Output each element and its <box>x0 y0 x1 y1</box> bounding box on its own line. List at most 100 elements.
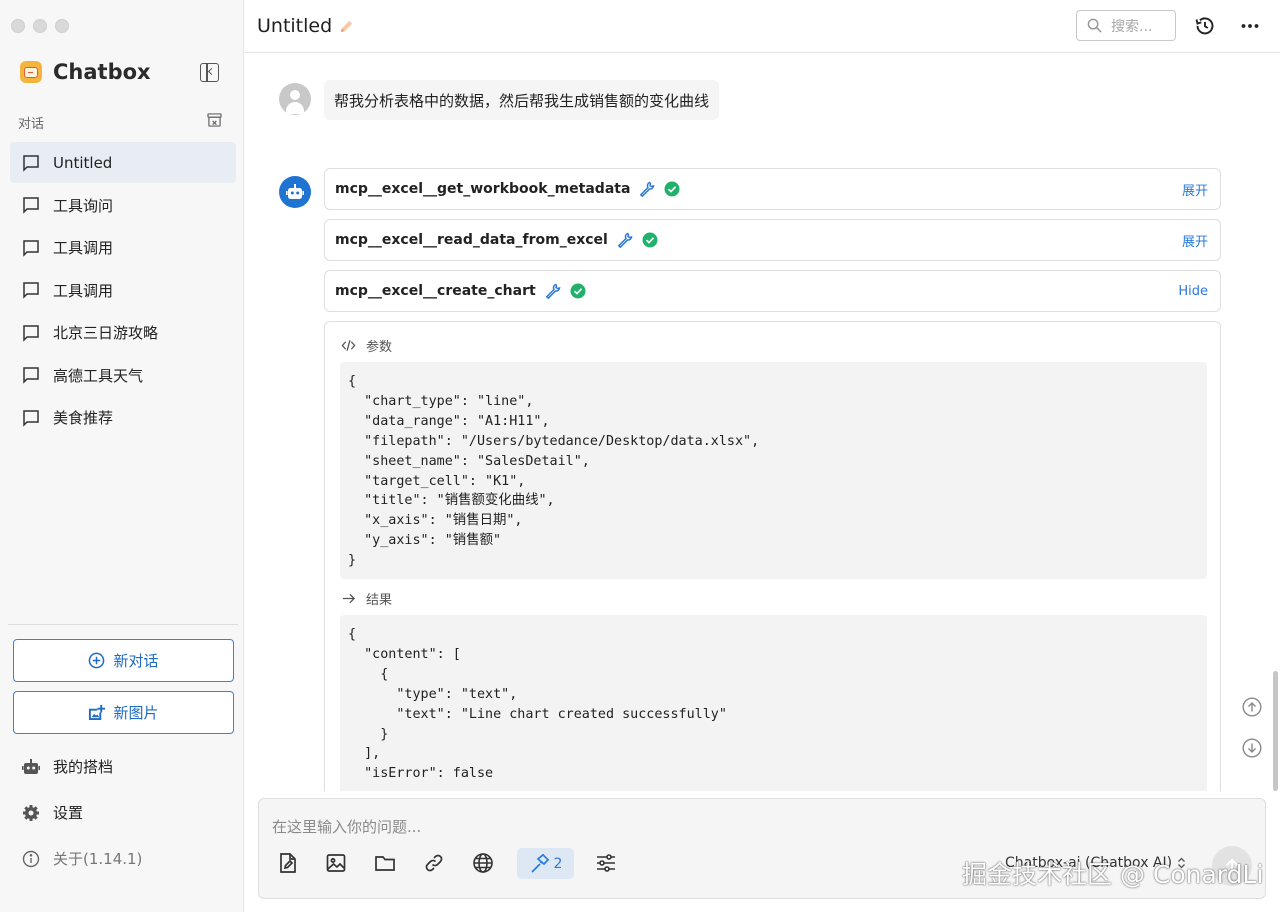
chatbox-logo-icon <box>20 61 42 83</box>
sidebar: Chatbox 对话 Untitled 工具询问 工具调用 工具调用 北京三日游… <box>0 0 244 912</box>
new-chat-button[interactable]: 新对话 <box>13 639 234 682</box>
link-icon[interactable] <box>423 852 445 874</box>
header: Untitled 搜索... <box>244 0 1280 53</box>
robot-icon <box>286 184 304 199</box>
user-message-text: 帮我分析表格中的数据，然后帮我生成销售额的变化曲线 <box>334 91 710 110</box>
new-chat-label: 新对话 <box>113 652 159 670</box>
plus-circle-icon <box>89 652 105 669</box>
check-circle-icon <box>664 181 680 197</box>
chat-bubble-icon <box>23 197 39 214</box>
expand-toggle[interactable]: 展开 <box>1182 180 1208 199</box>
settings-label: 设置 <box>53 804 84 822</box>
hammer-icon <box>530 853 549 873</box>
watermark: 掘金技术社区 @ ConardLi <box>962 860 1264 889</box>
wrench-icon <box>545 283 561 299</box>
search-placeholder: 搜索... <box>1111 18 1153 35</box>
tool-call-details: 参数 { "chart_type": "line", "data_range":… <box>324 321 1221 791</box>
conversation-label: 美食推荐 <box>53 409 114 427</box>
check-circle-icon <box>642 232 658 248</box>
conversation-label: 工具调用 <box>53 239 114 257</box>
conversation-label: 北京三日游攻略 <box>53 324 159 342</box>
globe-icon[interactable] <box>472 852 494 874</box>
collapse-sidebar-icon[interactable] <box>200 63 219 82</box>
mcp-tools-button[interactable]: 2 <box>517 848 574 879</box>
gear-icon <box>23 804 39 821</box>
conversation-title[interactable]: Untitled <box>257 15 354 37</box>
edit-pencil-icon[interactable] <box>339 19 354 34</box>
tool-call-card[interactable]: mcp__excel__create_chart Hide <box>324 270 1221 312</box>
scroll-down-icon[interactable] <box>1242 738 1262 758</box>
history-icon[interactable] <box>1194 15 1216 37</box>
arrow-right-icon <box>342 593 356 604</box>
more-options-icon[interactable] <box>1239 15 1261 37</box>
brand: Chatbox <box>20 60 151 84</box>
archive-icon[interactable] <box>207 113 222 127</box>
user-message: 帮我分析表格中的数据，然后帮我生成销售额的变化曲线 <box>324 80 720 120</box>
conversations-section-label: 对话 <box>18 117 45 132</box>
tool-call-card[interactable]: mcp__excel__get_workbook_metadata 展开 <box>324 168 1221 210</box>
scrollbar-thumb[interactable] <box>1273 671 1278 791</box>
new-image-button[interactable]: 新图片 <box>13 691 234 734</box>
close-window-button[interactable] <box>11 19 25 33</box>
image-icon[interactable] <box>325 852 347 874</box>
search-input[interactable]: 搜索... <box>1076 10 1176 41</box>
check-circle-icon <box>570 283 586 299</box>
maximize-window-button[interactable] <box>55 19 69 33</box>
folder-icon[interactable] <box>374 852 396 874</box>
params-label-text: 参数 <box>366 340 393 355</box>
conversation-item[interactable]: 工具调用 <box>10 227 236 268</box>
result-code-block: { "content": [ { "type": "text", "text":… <box>340 615 1207 791</box>
message-input[interactable]: 在这里输入你的问题... <box>272 816 421 837</box>
conversation-item[interactable]: 工具询问 <box>10 185 236 226</box>
conversation-label: 工具询问 <box>53 196 114 215</box>
hide-toggle[interactable]: Hide <box>1178 284 1208 299</box>
conversation-item[interactable]: 北京三日游攻略 <box>10 312 236 353</box>
window-controls <box>11 19 69 33</box>
expand-toggle[interactable]: 展开 <box>1182 231 1208 250</box>
tool-call-name: mcp__excel__create_chart <box>335 283 536 299</box>
result-label: 结果 <box>341 589 392 608</box>
my-copilots-label: 我的搭档 <box>53 758 114 776</box>
tool-call-card[interactable]: mcp__excel__read_data_from_excel 展开 <box>324 219 1221 261</box>
tool-call-name: mcp__excel__read_data_from_excel <box>335 232 608 248</box>
sidebar-divider <box>8 624 238 625</box>
conversation-item[interactable]: 高德工具天气 <box>10 355 236 396</box>
attach-file-icon[interactable] <box>277 852 299 874</box>
conversation-list: Untitled 工具询问 工具调用 工具调用 北京三日游攻略 高德工具天气 美… <box>10 142 236 440</box>
minimize-window-button[interactable] <box>33 19 47 33</box>
params-label: 参数 <box>341 336 392 355</box>
conversation-item[interactable]: 美食推荐 <box>10 397 236 438</box>
sliders-icon[interactable] <box>595 852 617 874</box>
scroll-up-icon[interactable] <box>1242 697 1262 717</box>
app-name: Chatbox <box>53 60 151 84</box>
conversation-item[interactable]: Untitled <box>10 142 236 183</box>
conversation-item[interactable]: 工具调用 <box>10 270 236 311</box>
tool-call-name: mcp__excel__get_workbook_metadata <box>335 181 631 197</box>
conversation-label: 高德工具天气 <box>53 366 144 385</box>
about-label: 关于(1.14.1) <box>53 850 143 868</box>
conversation-title-text: Untitled <box>257 15 333 37</box>
search-icon <box>1087 18 1102 33</box>
chat-bubble-icon <box>23 367 39 384</box>
chat-bubble-icon <box>23 409 39 427</box>
settings-link[interactable]: 设置 <box>22 802 83 823</box>
add-image-icon <box>89 704 106 721</box>
assistant-avatar <box>279 176 311 208</box>
info-icon <box>22 850 40 867</box>
wrench-icon <box>617 232 633 248</box>
user-avatar <box>279 83 311 115</box>
conversation-label: Untitled <box>53 153 113 172</box>
chat-bubble-icon <box>23 282 39 299</box>
robot-icon <box>22 758 40 774</box>
about-link[interactable]: 关于(1.14.1) <box>22 848 142 869</box>
params-code-block: { "chart_type": "line", "data_range": "A… <box>340 362 1207 579</box>
chat-bubble-icon <box>23 239 39 257</box>
chat-bubble-icon <box>23 324 39 342</box>
code-icon <box>341 340 356 351</box>
result-label-text: 结果 <box>366 593 393 608</box>
mcp-count: 2 <box>553 855 563 872</box>
my-copilots-link[interactable]: 我的搭档 <box>22 756 113 777</box>
chat-bubble-icon <box>23 154 39 172</box>
new-image-label: 新图片 <box>113 704 159 722</box>
conversation-label: 工具调用 <box>53 281 114 300</box>
